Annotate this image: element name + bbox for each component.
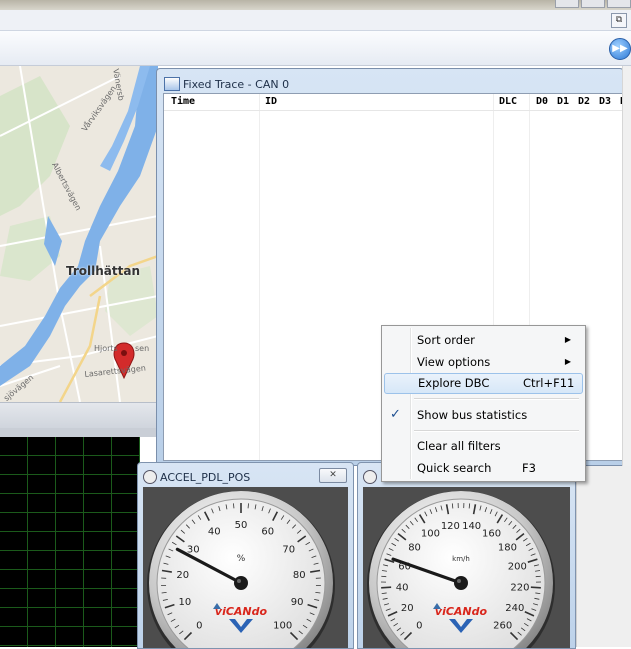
column-header-d2[interactable]: D2	[578, 96, 590, 107]
gauge-tick-label: 220	[510, 583, 529, 594]
gauge-title: ACCEL_PDL_POS	[160, 471, 250, 484]
gauge-tick-label: 0	[416, 621, 422, 632]
menu-item-view-options[interactable]: View options ▶	[384, 352, 581, 372]
gauge-tick-label: 260	[493, 621, 512, 632]
gauge-tick-label: 50	[235, 520, 248, 531]
side-panel	[576, 466, 631, 647]
column-header-dlc[interactable]: DLC	[499, 96, 517, 107]
gauge-minor-tick	[469, 503, 470, 508]
gauge-hub-highlight	[237, 579, 241, 583]
menu-item-clear-all-filters[interactable]: Clear all filters	[384, 436, 581, 456]
gauge-tick-label: 160	[482, 529, 501, 540]
gauge-tick-label: 200	[508, 561, 527, 572]
gauge-brand-label: viCANdo	[435, 605, 488, 618]
gauge-tick-label: 90	[291, 597, 304, 608]
menu-gutter	[410, 328, 412, 479]
check-icon: ✓	[390, 405, 401, 425]
gauge-tick-label: 60	[261, 526, 274, 537]
gauge-tick-label: 180	[498, 543, 517, 554]
gauge-body: 020406080100120140160180200220240260km/h…	[363, 487, 570, 648]
menu-item-label: Show bus statistics	[417, 405, 527, 425]
submenu-arrow-icon: ▶	[565, 330, 571, 350]
gauge-dial: 020406080100120140160180200220240260km/h…	[363, 487, 570, 648]
menu-item-label: Sort order	[417, 330, 475, 350]
column-header-d1[interactable]: D1	[557, 96, 569, 107]
map-city-label: Trollhättan	[66, 264, 140, 278]
menu-item-shortcut: F3	[522, 458, 536, 478]
street-label: sen	[135, 344, 149, 353]
right-edge	[622, 66, 631, 466]
menu-item-label: Explore DBC	[418, 374, 489, 393]
gauge-icon	[143, 470, 157, 484]
menu-item-label: View options	[417, 352, 490, 372]
column-header-d3[interactable]: D3	[599, 96, 611, 107]
menu-item-label: Quick search	[417, 458, 491, 478]
gauge-unit-label: km/h	[452, 555, 470, 563]
street-label: Hjorts	[94, 344, 118, 353]
gauge-tick-label: 140	[462, 521, 481, 532]
gauge-tick-label: 20	[176, 570, 189, 581]
gauge-major-tick	[531, 587, 541, 588]
gauge-hub	[454, 576, 468, 590]
gauge-unit-label: %	[237, 554, 246, 564]
trace-window-title: Fixed Trace - CAN 0	[183, 78, 289, 91]
column-divider	[259, 94, 260, 460]
gauge-tick-label: 100	[421, 529, 440, 540]
menu-item-label: Clear all filters	[417, 436, 501, 456]
maximize-button[interactable]	[581, 0, 605, 8]
fast-forward-icon[interactable]: ▶▶	[609, 38, 631, 60]
map-view[interactable]: Vänersb Vårviksvägen Albertsvägen Hjorts…	[0, 66, 158, 402]
menu-item-sort-order[interactable]: Sort order ▶	[384, 330, 581, 350]
column-header-id[interactable]: ID	[265, 96, 277, 107]
restore-icon[interactable]: ⧉	[611, 13, 627, 28]
menu-separator	[414, 398, 579, 400]
menu-item-explore-dbc[interactable]: Explore DBC Ctrl+F11	[384, 373, 583, 394]
context-menu: Sort order ▶ View options ▶ Explore DBC …	[381, 325, 586, 482]
gauge-icon	[363, 470, 377, 484]
gauge-window-speed[interactable]: 020406080100120140160180200220240260km/h…	[357, 462, 576, 649]
gauge-hub-highlight	[457, 579, 461, 583]
window-top-strip	[0, 0, 631, 10]
gauge-hub	[234, 576, 248, 590]
menu-item-show-bus-statistics[interactable]: ✓ Show bus statistics	[384, 405, 581, 425]
header-separator	[164, 110, 624, 111]
menu-separator	[414, 430, 579, 432]
panel-header	[0, 402, 160, 429]
column-header-time[interactable]: Time	[171, 96, 195, 107]
gauge-minor-tick	[452, 503, 453, 508]
gauge-tick-label: 70	[282, 544, 295, 555]
gauge-brand-label: viCANdo	[215, 605, 268, 618]
toolbar: ▶▶	[0, 31, 631, 66]
gauge-tick-label: 80	[293, 570, 306, 581]
menu-bar: ⧉	[0, 10, 631, 31]
trace-window-icon	[164, 77, 180, 91]
gauge-tick-label: 120	[441, 521, 460, 532]
gauge-tick-label: 0	[196, 621, 202, 632]
gauge-tick-label: 80	[408, 543, 421, 554]
gauge-tick-label: 100	[273, 621, 292, 632]
window-controls	[541, 0, 631, 8]
submenu-arrow-icon: ▶	[565, 352, 571, 372]
gauge-tick-label: 10	[179, 597, 192, 608]
scope-plot[interactable]	[0, 437, 140, 647]
gauge-tick-label: 40	[208, 526, 221, 537]
gauge-body: 0102030405060708090100%viCANdo	[143, 487, 348, 648]
gauge-tick-label: 40	[396, 583, 409, 594]
menu-item-quick-search[interactable]: Quick search F3	[384, 458, 581, 478]
gauge-dial: 0102030405060708090100%viCANdo	[143, 487, 348, 648]
menu-item-shortcut: Ctrl+F11	[523, 374, 574, 393]
gauge-tick-label: 240	[505, 603, 524, 614]
gauge-window-accel[interactable]: ACCEL_PDL_POS ✕ 0102030405060708090100%v…	[137, 462, 354, 649]
close-button[interactable]	[607, 0, 631, 8]
scope-frame	[0, 428, 160, 437]
gauge-major-tick	[381, 587, 391, 588]
gauge-tick-label: 20	[401, 603, 414, 614]
close-icon[interactable]: ✕	[319, 468, 347, 483]
minimize-button[interactable]	[555, 0, 579, 8]
column-header-d0[interactable]: D0	[536, 96, 548, 107]
